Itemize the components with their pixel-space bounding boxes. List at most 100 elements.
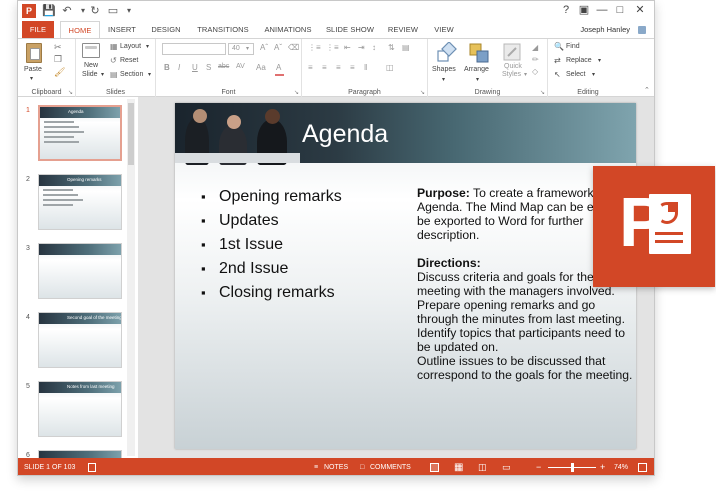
select-dropdown-icon[interactable]: ▾ [592, 71, 595, 78]
save-icon[interactable]: 💾 [42, 4, 56, 18]
shrink-font-icon[interactable]: Aˇ [274, 43, 282, 52]
ribbon-display-icon[interactable]: ▣ [576, 3, 592, 17]
help-icon[interactable]: ? [558, 3, 574, 17]
strikethrough-button[interactable]: abc [218, 63, 229, 70]
select-button[interactable]: Select [566, 71, 585, 78]
shape-fill-icon[interactable]: ◢ [532, 43, 538, 52]
cut-icon[interactable]: ✂ [54, 42, 62, 53]
comments-button[interactable]: COMMENTS [370, 458, 411, 475]
normal-view-icon[interactable] [430, 463, 439, 472]
redo-icon[interactable]: ↻ [88, 4, 102, 18]
drawing-launcher-icon[interactable]: ↘ [540, 89, 545, 96]
slide-thumbnail[interactable]: Opening remarks [38, 174, 122, 230]
tab-home[interactable]: HOME [60, 21, 100, 38]
layout-button[interactable]: Layout [120, 43, 141, 50]
slide-sorter-icon[interactable]: ▦ [454, 458, 463, 475]
zoom-slider-knob[interactable] [570, 463, 574, 472]
italic-button[interactable]: I [178, 63, 180, 72]
slide-thumbnail[interactable]: Notes from last meeting [38, 381, 122, 437]
avatar[interactable] [638, 26, 646, 34]
change-case-button[interactable]: Aa [256, 63, 266, 72]
replace-dropdown-icon[interactable]: ▾ [598, 57, 601, 64]
paste-button[interactable]: Paste [24, 66, 42, 73]
reset-button[interactable]: Reset [120, 57, 138, 64]
spelling-icon[interactable] [88, 463, 96, 472]
character-spacing-button[interactable]: AV [236, 63, 245, 70]
quick-styles-dropdown-icon[interactable]: ▾ [524, 71, 527, 78]
slide-title[interactable]: Agenda [302, 120, 388, 149]
tab-design[interactable]: DESIGN [146, 21, 186, 38]
underline-button[interactable]: U [192, 63, 198, 72]
slide-thumbnail[interactable] [38, 243, 122, 299]
shapes-dropdown-icon[interactable]: ▾ [442, 76, 445, 83]
new-slide-label-1[interactable]: New [84, 62, 98, 69]
shape-outline-icon[interactable]: ✏ [532, 55, 539, 64]
font-name-field[interactable] [162, 43, 226, 55]
copy-icon[interactable]: ❐ [54, 54, 62, 65]
shapes-icon[interactable] [436, 42, 458, 64]
tab-review[interactable]: REVIEW [384, 21, 422, 38]
line-spacing-icon[interactable]: ↕ [372, 43, 376, 52]
zoom-in-icon[interactable]: + [600, 458, 605, 475]
tab-insert[interactable]: INSERT [104, 21, 140, 38]
grow-font-icon[interactable]: Aˆ [260, 43, 268, 52]
slide-thumbnail[interactable]: Second goal of the meeting [38, 312, 122, 368]
user-name[interactable]: Joseph Hanley [580, 21, 630, 38]
collapse-ribbon-icon[interactable]: ⌃ [644, 86, 650, 94]
slide-thumbnail[interactable]: Agenda [38, 105, 122, 161]
close-icon[interactable]: ✕ [632, 3, 648, 17]
increase-indent-icon[interactable]: ⇥ [358, 43, 365, 52]
tab-slide-show[interactable]: SLIDE SHOW [324, 21, 376, 38]
text-direction-icon[interactable]: ⇅ [388, 43, 395, 52]
fit-slide-icon[interactable] [638, 463, 647, 472]
center-icon[interactable]: ≡ [322, 63, 327, 72]
arrange-dropdown-icon[interactable]: ▾ [476, 76, 479, 83]
font-size-dropdown-icon[interactable]: ▾ [246, 45, 249, 52]
section-dropdown-icon[interactable]: ▾ [148, 71, 151, 78]
minimize-icon[interactable]: — [594, 3, 610, 17]
bullet-list[interactable]: Opening remarks Updates 1st Issue 2nd Is… [201, 185, 342, 305]
replace-button[interactable]: Replace [566, 57, 592, 64]
tab-file[interactable]: FILE [22, 21, 54, 38]
reading-view-icon[interactable]: ◫ [478, 458, 487, 475]
quick-styles-label-1[interactable]: Quick [504, 63, 522, 70]
decrease-indent-icon[interactable]: ⇤ [344, 43, 351, 52]
section-button[interactable]: Section [120, 71, 143, 78]
notes-button[interactable]: NOTES [324, 458, 348, 475]
smartart-icon[interactable]: ◫ [386, 63, 394, 72]
paste-dropdown-icon[interactable]: ▾ [30, 75, 33, 82]
columns-icon[interactable]: ‖ [364, 63, 367, 72]
undo-icon[interactable]: ↶ [60, 4, 74, 18]
zoom-percent[interactable]: 74% [614, 458, 628, 475]
arrange-icon[interactable] [468, 42, 490, 64]
numbering-icon[interactable]: ⋮≡ [326, 43, 339, 52]
new-slide-dropdown-icon[interactable]: ▾ [101, 71, 104, 78]
font-launcher-icon[interactable]: ↘ [294, 89, 299, 96]
layout-dropdown-icon[interactable]: ▾ [146, 43, 149, 50]
customize-icon[interactable]: ▾ [122, 4, 136, 18]
new-slide-label-2[interactable]: Slide [82, 71, 98, 78]
clear-formatting-icon[interactable]: ⌫ [288, 43, 299, 52]
find-button[interactable]: Find [566, 43, 580, 50]
shapes-button[interactable]: Shapes [432, 66, 456, 73]
slide-canvas[interactable]: Agenda Opening remarks Updates 1st Issue… [175, 103, 636, 449]
app-icon[interactable]: P [22, 4, 36, 18]
slide-show-icon[interactable]: ▭ [502, 458, 511, 475]
tab-transitions[interactable]: TRANSITIONS [194, 21, 252, 38]
tab-animations[interactable]: ANIMATIONS [260, 21, 316, 38]
bullets-icon[interactable]: ⋮≡ [308, 43, 321, 52]
arrange-button[interactable]: Arrange [464, 66, 489, 73]
zoom-out-icon[interactable]: − [536, 458, 541, 475]
paragraph-launcher-icon[interactable]: ↘ [420, 89, 425, 96]
start-from-beginning-icon[interactable]: ▭ [106, 4, 120, 18]
shadow-button[interactable]: S [206, 63, 211, 72]
tab-view[interactable]: VIEW [430, 21, 458, 38]
clipboard-launcher-icon[interactable]: ↘ [68, 89, 73, 96]
maximize-icon[interactable]: □ [612, 3, 628, 17]
thumbnail-scrollbar-thumb[interactable] [128, 103, 134, 165]
quick-styles-icon[interactable] [502, 42, 524, 64]
bold-button[interactable]: B [164, 63, 170, 72]
quick-styles-label-2[interactable]: Styles [502, 71, 521, 78]
align-left-icon[interactable]: ≡ [308, 63, 313, 72]
format-painter-icon[interactable]: 🖌 [54, 67, 65, 78]
